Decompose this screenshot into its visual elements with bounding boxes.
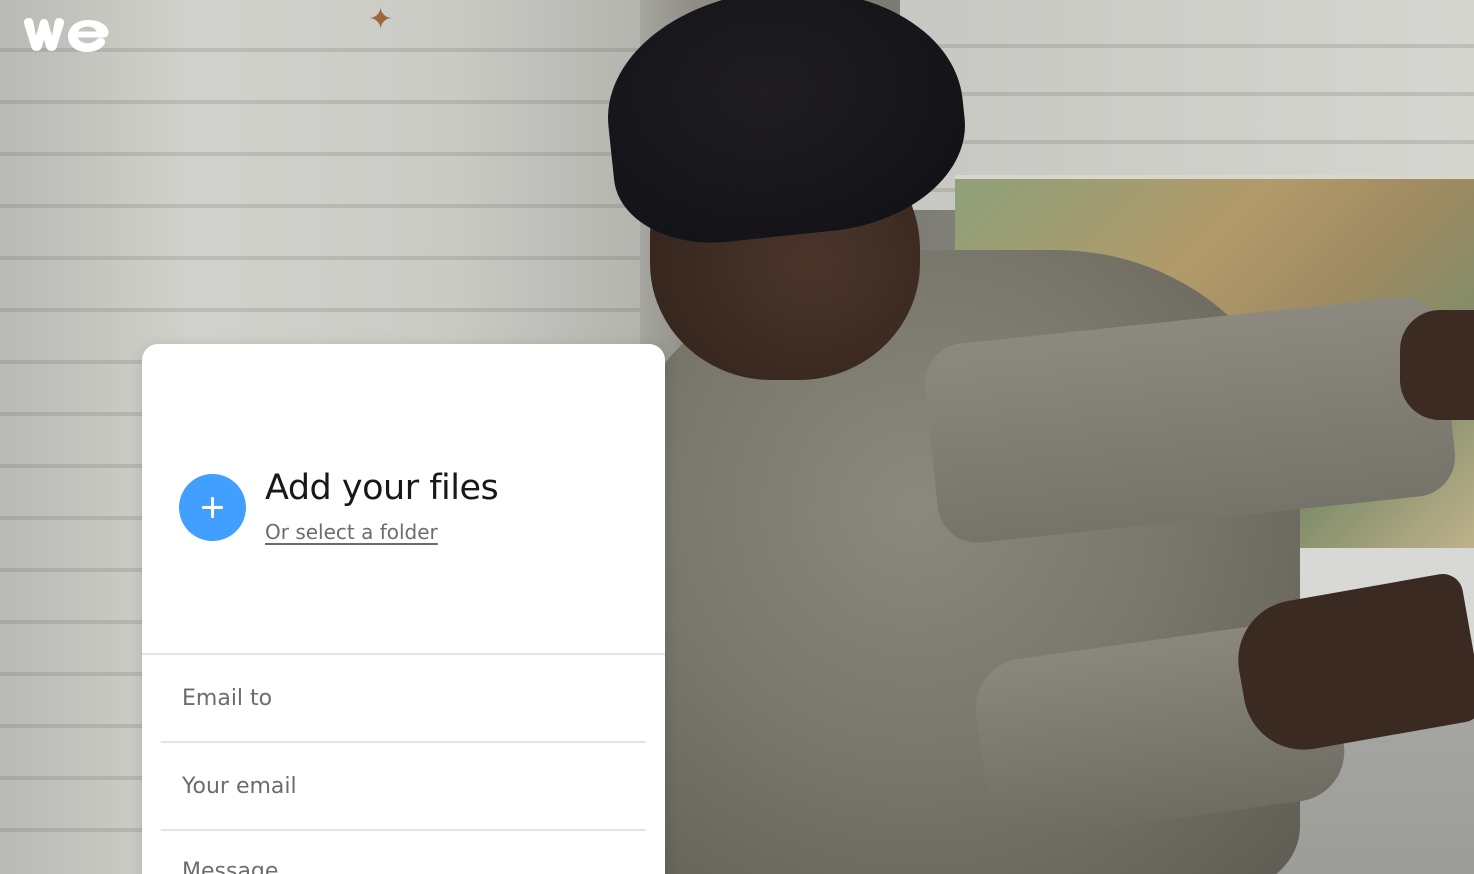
select-folder-link[interactable]: Or select a folder bbox=[265, 520, 438, 544]
upload-area[interactable]: Add your files Or select a folder bbox=[142, 344, 665, 655]
background-person-hand-upper bbox=[1400, 310, 1474, 420]
email-to-field-container bbox=[161, 655, 646, 743]
logo-icon bbox=[24, 18, 109, 52]
your-email-input[interactable] bbox=[161, 743, 646, 829]
email-to-input[interactable] bbox=[161, 655, 646, 741]
add-files-title[interactable]: Add your files bbox=[265, 468, 499, 508]
wetransfer-logo[interactable] bbox=[22, 12, 112, 58]
add-files-button[interactable] bbox=[179, 474, 246, 541]
your-email-field-container bbox=[161, 743, 646, 831]
transfer-panel: Add your files Or select a folder bbox=[142, 344, 665, 874]
message-field-container bbox=[161, 831, 646, 874]
background-person-hat bbox=[596, 0, 975, 253]
background-bird-icon: ✦ bbox=[368, 2, 394, 37]
page: ✦ Add your files Or select a folder bbox=[0, 0, 1474, 874]
plus-icon-stroke bbox=[211, 497, 214, 518]
message-input[interactable] bbox=[161, 831, 646, 874]
